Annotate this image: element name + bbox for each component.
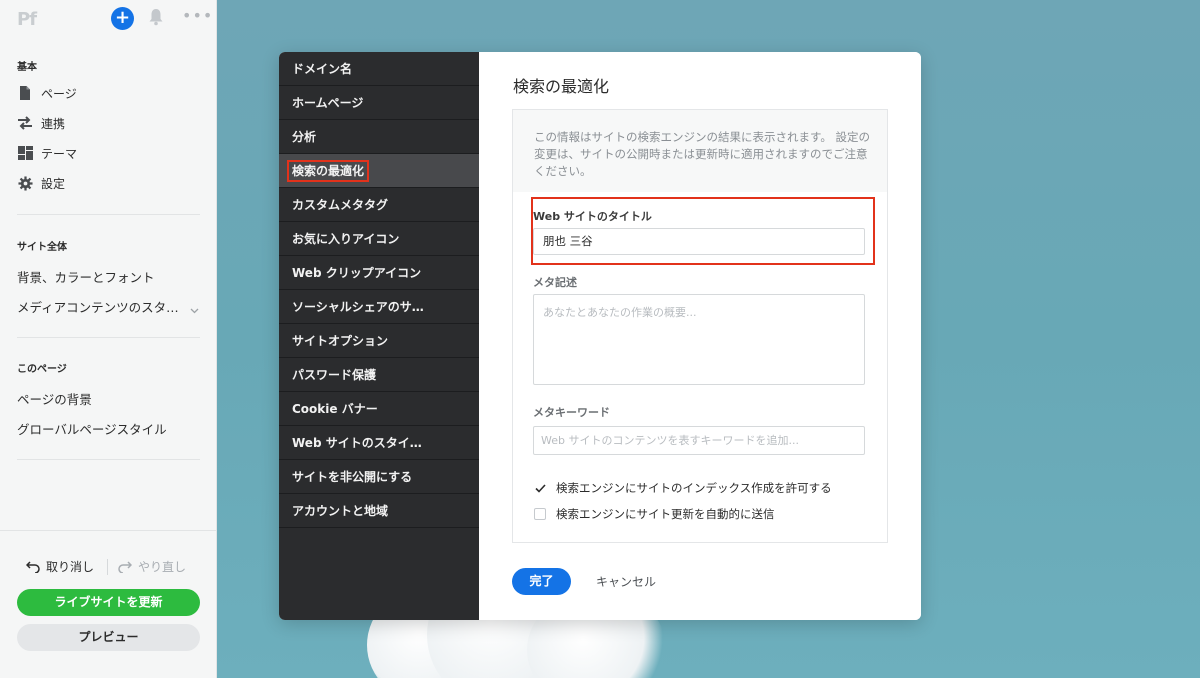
update-live-site-button[interactable]: ライブサイトを更新 bbox=[17, 589, 200, 616]
sidebar-footer: 取り消し やり直し ライブサイトを更新 プレビュー bbox=[0, 530, 217, 678]
checkbox-label: 検索エンジンにサイト更新を自動的に送信 bbox=[556, 507, 775, 521]
settings-nav-website-style[interactable]: Web サイトのスタイ… bbox=[279, 426, 479, 460]
cancel-button[interactable]: キャンセル bbox=[596, 573, 656, 590]
nav-label: Cookie バナー bbox=[292, 402, 378, 416]
nav-label: Web クリップアイコン bbox=[292, 266, 422, 280]
redo-button[interactable]: やり直し bbox=[118, 558, 186, 575]
highlight-frame bbox=[531, 197, 875, 265]
sidebar-item-background-colors-fonts[interactable]: 背景、カラーとフォント bbox=[17, 267, 155, 286]
meta-keywords-input[interactable]: Web サイトのコンテンツを表すキーワードを追加... bbox=[533, 426, 865, 455]
info-text: この情報はサイトの検索エンジンの結果に表示されます。 設定の変更は、サイトの公開… bbox=[534, 130, 871, 178]
sidebar: Pf + ••• 基本 ページ 連携 テーマ 設定 サイト全体 背景、カラーとフ… bbox=[0, 0, 217, 678]
sidebar-item-integrations[interactable]: 連携 bbox=[17, 112, 65, 134]
sidebar-item-media-content-style[interactable]: メディアコンテンツのスタ… bbox=[17, 297, 179, 316]
sidebar-item-label: 設定 bbox=[41, 176, 66, 191]
nav-label: ホームページ bbox=[292, 96, 364, 110]
sidebar-item-page-background[interactable]: ページの背景 bbox=[17, 389, 92, 408]
sidebar-item-settings[interactable]: 設定 bbox=[17, 172, 65, 194]
checkbox-checked-icon bbox=[534, 482, 546, 494]
undo-icon bbox=[26, 560, 40, 573]
nav-label: アカウントと地域 bbox=[292, 504, 389, 518]
section-site-wide: サイト全体 bbox=[17, 242, 67, 253]
settings-nav-account-region[interactable]: アカウントと地域 bbox=[279, 494, 479, 528]
settings-nav-web-clip-icon[interactable]: Web クリップアイコン bbox=[279, 256, 479, 290]
meta-description-label: メタ記述 bbox=[533, 276, 577, 289]
preview-button[interactable]: プレビュー bbox=[17, 624, 200, 651]
settings-nav-homepage[interactable]: ホームページ bbox=[279, 86, 479, 120]
auto-submit-checkbox[interactable]: 検索エンジンにサイト更新を自動的に送信 bbox=[534, 506, 775, 522]
settings-nav-seo[interactable]: 検索の最適化 bbox=[279, 154, 479, 188]
redo-label: やり直し bbox=[138, 560, 187, 574]
sidebar-item-label: 連携 bbox=[41, 116, 66, 131]
checkbox-label: 検索エンジンにサイトのインデックス作成を許可する bbox=[556, 481, 832, 495]
sidebar-item-label: ページ bbox=[41, 86, 77, 101]
sidebar-item-pages[interactable]: ページ bbox=[17, 82, 77, 104]
page-icon bbox=[17, 85, 33, 101]
page-title: 検索の最適化 bbox=[513, 77, 610, 96]
nav-label: サイトオプション bbox=[292, 334, 389, 348]
nav-label: お気に入りアイコン bbox=[292, 232, 400, 246]
settings-nav-cookie-banner[interactable]: Cookie バナー bbox=[279, 392, 479, 426]
checkbox-empty-icon bbox=[534, 508, 546, 520]
swap-icon bbox=[17, 115, 33, 131]
undo-label: 取り消し bbox=[46, 560, 95, 574]
sidebar-header: Pf + ••• bbox=[0, 0, 217, 40]
settings-content: 検索の最適化 この情報はサイトの検索エンジンの結果に表示されます。 設定の変更は… bbox=[479, 52, 921, 620]
site-settings-dialog: ドメイン名 ホームページ 分析 検索の最適化 カスタムメタタグ お気に入りアイコ… bbox=[279, 52, 921, 620]
nav-label: パスワード保護 bbox=[292, 368, 377, 382]
nav-label: ドメイン名 bbox=[292, 62, 353, 76]
settings-nav-unpublish[interactable]: サイトを非公開にする bbox=[279, 460, 479, 494]
nav-label: 検索の最適化 bbox=[287, 160, 370, 182]
settings-nav-social-share[interactable]: ソーシャルシェアのサ… bbox=[279, 290, 479, 324]
divider bbox=[17, 337, 200, 338]
gear-icon bbox=[17, 175, 33, 191]
sidebar-item-global-page-style[interactable]: グローバルページスタイル bbox=[17, 419, 167, 438]
settings-nav-site-options[interactable]: サイトオプション bbox=[279, 324, 479, 358]
nav-label: サイトを非公開にする bbox=[292, 470, 413, 484]
sidebar-item-label: テーマ bbox=[41, 146, 78, 161]
nav-label: ソーシャルシェアのサ… bbox=[292, 300, 424, 314]
more-icon[interactable]: ••• bbox=[182, 6, 213, 25]
nav-label: カスタムメタタグ bbox=[292, 198, 389, 212]
section-this-page: このページ bbox=[17, 364, 67, 375]
redo-icon bbox=[118, 560, 132, 573]
done-button[interactable]: 完了 bbox=[512, 568, 571, 595]
sidebar-item-theme[interactable]: テーマ bbox=[17, 142, 77, 164]
divider bbox=[17, 459, 200, 460]
chevron-down-icon[interactable] bbox=[190, 299, 199, 314]
undo-button[interactable]: 取り消し bbox=[26, 558, 94, 575]
bell-icon[interactable] bbox=[148, 8, 166, 28]
settings-nav-password[interactable]: パスワード保護 bbox=[279, 358, 479, 392]
add-button[interactable]: + bbox=[111, 7, 134, 30]
portfolio-logo: Pf bbox=[17, 9, 37, 30]
meta-description-input[interactable]: あなたとあなたの作業の概要... bbox=[533, 294, 865, 385]
settings-nav-analytics[interactable]: 分析 bbox=[279, 120, 479, 154]
settings-nav-domain[interactable]: ドメイン名 bbox=[279, 52, 479, 86]
divider bbox=[107, 559, 108, 575]
allow-indexing-checkbox[interactable]: 検索エンジンにサイトのインデックス作成を許可する bbox=[534, 480, 832, 496]
theme-grid-icon bbox=[17, 145, 33, 161]
settings-nav-custom-meta-tags[interactable]: カスタムメタタグ bbox=[279, 188, 479, 222]
divider bbox=[17, 214, 200, 215]
nav-label: 分析 bbox=[292, 130, 317, 144]
meta-keywords-label: メタキーワード bbox=[533, 406, 610, 419]
nav-label: Web サイトのスタイ… bbox=[292, 436, 422, 450]
settings-nav: ドメイン名 ホームページ 分析 検索の最適化 カスタムメタタグ お気に入りアイコ… bbox=[279, 52, 479, 620]
settings-nav-favicon[interactable]: お気に入りアイコン bbox=[279, 222, 479, 256]
section-basic: 基本 bbox=[17, 62, 37, 73]
